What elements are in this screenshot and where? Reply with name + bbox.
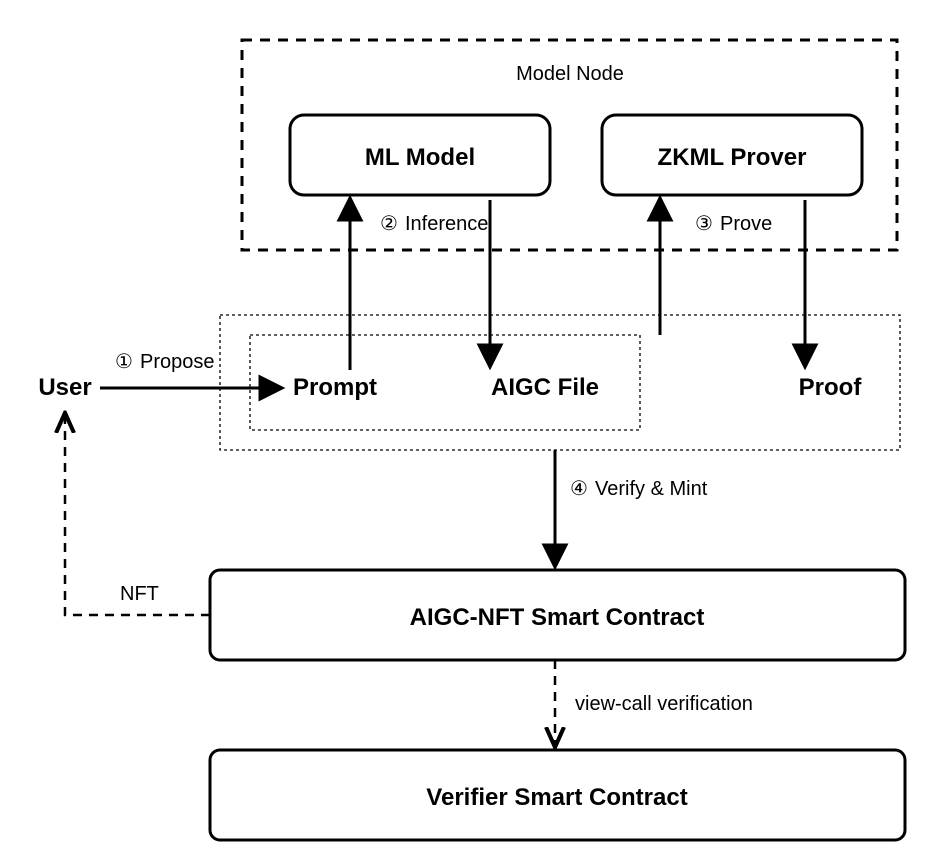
nft-label: NFT [120, 583, 159, 605]
inference-num: ② [380, 213, 398, 235]
verifier-contract-label: Verifier Smart Contract [426, 784, 687, 811]
prove-label: Prove [720, 213, 772, 235]
view-call-label: view-call verification [575, 693, 753, 715]
verify-mint-num: ④ [570, 478, 588, 500]
zkml-prover-label: ZKML Prover [658, 144, 807, 171]
prove-num: ③ [695, 213, 713, 235]
ml-model-label: ML Model [365, 144, 475, 171]
aigc-file-label: AIGC File [491, 374, 599, 401]
inference-label: Inference [405, 213, 488, 235]
verify-mint-label: Verify & Mint [595, 478, 708, 500]
proof-label: Proof [799, 374, 863, 401]
architecture-diagram: Model Node ML Model ZKML Prover User Pro… [0, 0, 938, 866]
propose-label: Propose [140, 351, 215, 373]
model-node-label: Model Node [516, 63, 624, 85]
propose-num: ① [115, 351, 133, 373]
user-label: User [38, 374, 91, 401]
prompt-label: Prompt [293, 374, 377, 401]
aigc-nft-contract-label: AIGC-NFT Smart Contract [410, 604, 705, 631]
